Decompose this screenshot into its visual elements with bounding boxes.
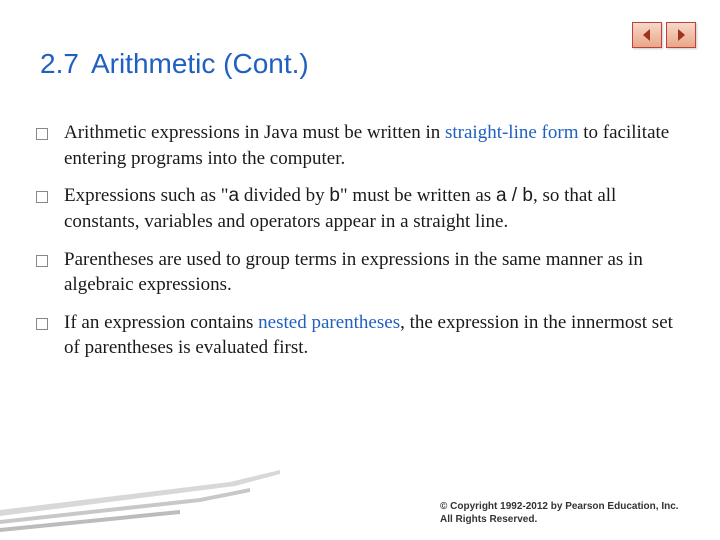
arrow-left-icon: [639, 27, 655, 43]
code-expr: a / b: [496, 185, 533, 206]
nav-buttons: [632, 22, 696, 48]
bullet-text: Arithmetic expressions in Java must be w…: [64, 120, 680, 171]
title-number: 2.7: [40, 48, 79, 79]
prev-button[interactable]: [632, 22, 662, 48]
code-b: b: [329, 185, 340, 206]
slide: 2.7 Arithmetic (Cont.) Arithmetic express…: [0, 0, 720, 540]
bullet-item: Expressions such as "a divided by b" mus…: [36, 183, 680, 234]
corner-decoration: [0, 470, 280, 540]
bullet-marker-icon: [36, 128, 48, 140]
bullet-marker-icon: [36, 318, 48, 330]
bullet-item: Arithmetic expressions in Java must be w…: [36, 120, 680, 171]
bullet-text: If an expression contains nested parenth…: [64, 310, 680, 361]
bullet-text: Expressions such as "a divided by b" mus…: [64, 183, 680, 234]
content-area: Arithmetic expressions in Java must be w…: [36, 120, 680, 373]
arrow-right-icon: [673, 27, 689, 43]
term-nested-parens: nested parentheses: [258, 312, 400, 333]
next-button[interactable]: [666, 22, 696, 48]
bullet-marker-icon: [36, 255, 48, 267]
bullet-item: Parentheses are used to group terms in e…: [36, 247, 680, 298]
term-straight-line: straight-line form: [445, 122, 579, 143]
bullet-text: Parentheses are used to group terms in e…: [64, 247, 680, 298]
bullet-item: If an expression contains nested parenth…: [36, 310, 680, 361]
bullet-marker-icon: [36, 191, 48, 203]
title-text: Arithmetic (Cont.): [91, 48, 309, 79]
slide-title: 2.7 Arithmetic (Cont.): [40, 48, 309, 80]
copyright-text: © Copyright 1992-2012 by Pearson Educati…: [440, 500, 680, 526]
code-a: a: [229, 185, 240, 206]
